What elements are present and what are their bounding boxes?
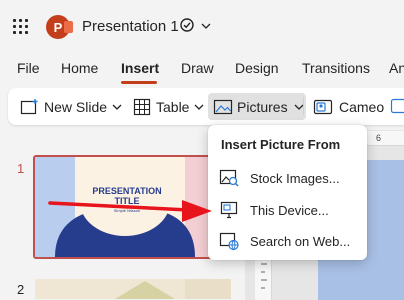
- presentation-title[interactable]: Presentation 1: [82, 18, 179, 35]
- table-button[interactable]: Table: [133, 95, 205, 119]
- tab-file[interactable]: File: [17, 60, 40, 76]
- stock-images-label: Stock Images...: [250, 171, 340, 186]
- pictures-button[interactable]: Pictures: [213, 95, 305, 119]
- cameo-label: Cameo: [339, 99, 384, 115]
- cameo-button[interactable]: Cameo: [313, 95, 384, 119]
- autosave-status-icon: [180, 18, 194, 32]
- tab-animations[interactable]: An: [389, 60, 404, 76]
- toolbar-divider: [303, 97, 304, 115]
- slide-number: 1: [17, 161, 24, 176]
- menu-item-this-device[interactable]: This Device...: [214, 196, 361, 224]
- cameo-icon: [313, 98, 333, 116]
- more-insert-icon[interactable]: [390, 97, 404, 115]
- app-launcher-icon[interactable]: [13, 19, 29, 35]
- menu-item-search-web[interactable]: Search on Web...: [214, 227, 361, 255]
- stock-images-icon: [218, 167, 240, 189]
- new-slide-label: New Slide: [44, 99, 107, 115]
- web-search-icon: [218, 230, 240, 252]
- menu-item-stock-images[interactable]: Stock Images...: [214, 164, 361, 192]
- table-icon: [133, 98, 151, 116]
- this-device-label: This Device...: [250, 203, 329, 218]
- new-slide-button[interactable]: New Slide: [20, 95, 123, 119]
- tab-design[interactable]: Design: [235, 60, 279, 76]
- new-slide-icon: [20, 98, 40, 116]
- chevron-down-icon: [193, 101, 205, 113]
- pictures-icon: [213, 98, 233, 116]
- active-tab-indicator: [121, 81, 157, 84]
- tab-home[interactable]: Home: [61, 60, 98, 76]
- pictures-label: Pictures: [237, 99, 288, 115]
- annotation-arrow: [40, 190, 220, 230]
- tab-transitions[interactable]: Transitions: [302, 60, 370, 76]
- powerpoint-logo-icon: P: [46, 15, 70, 39]
- chevron-down-icon[interactable]: [200, 20, 212, 32]
- table-label: Table: [156, 99, 189, 115]
- menu-header: Insert Picture From: [221, 137, 340, 152]
- tab-insert[interactable]: Insert: [121, 60, 159, 76]
- tab-draw[interactable]: Draw: [181, 60, 214, 76]
- search-web-label: Search on Web...: [250, 234, 350, 249]
- slide-thumbnail-2[interactable]: [35, 279, 231, 299]
- slide-number: 2: [17, 282, 24, 297]
- slide-2-preview: [35, 279, 231, 299]
- chevron-down-icon: [111, 101, 123, 113]
- ruler-ticks: [259, 262, 269, 292]
- ruler-mark: 6: [376, 133, 381, 143]
- this-device-icon: [218, 199, 240, 221]
